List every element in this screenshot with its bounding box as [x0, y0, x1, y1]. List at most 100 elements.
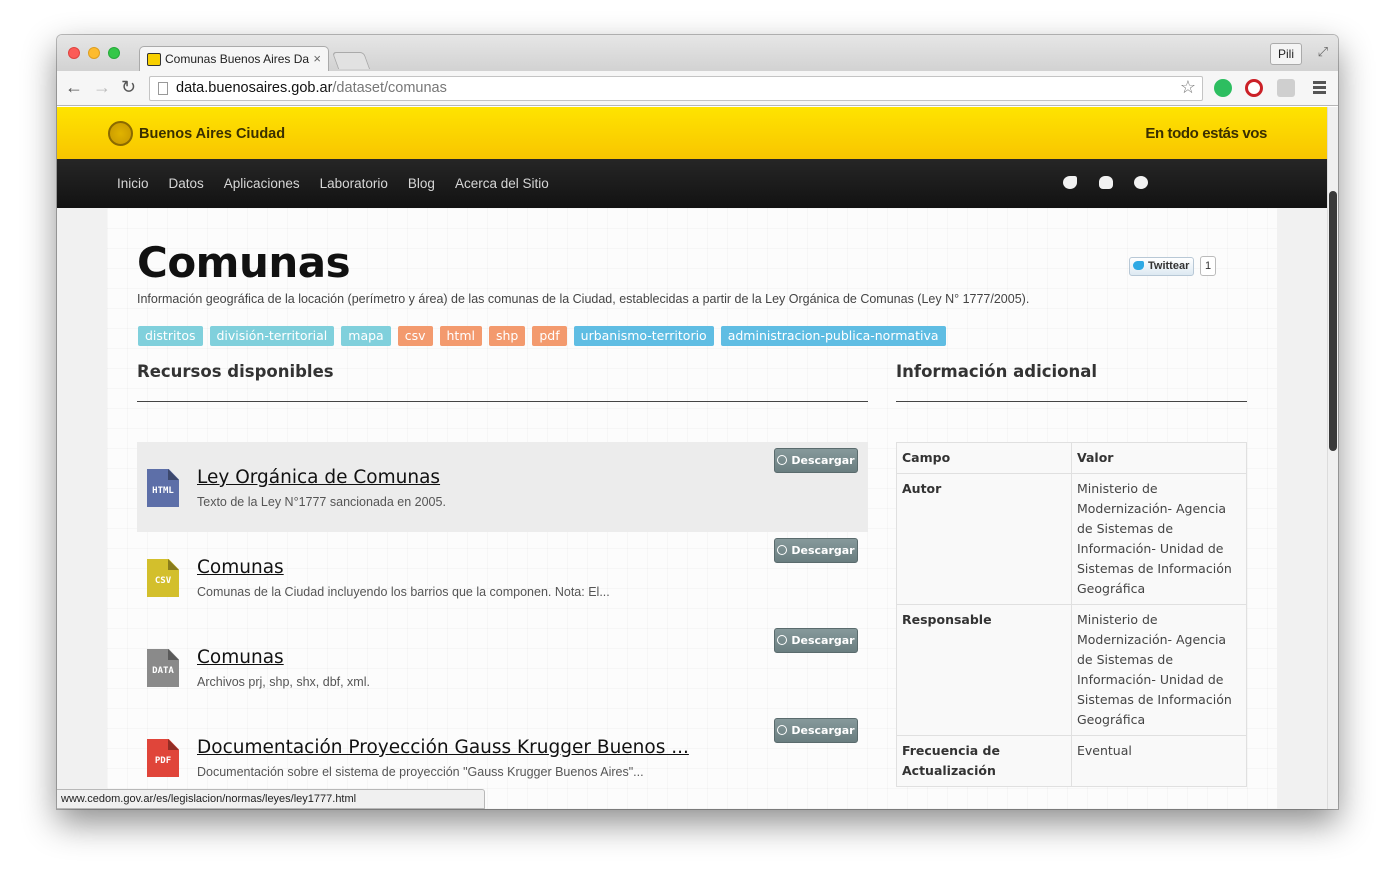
- url-host: data.buenosaires.gob.ar: [176, 80, 333, 96]
- zoom-window-button[interactable]: [108, 47, 120, 59]
- data-file-icon: DATA: [147, 649, 179, 687]
- tag-shp[interactable]: shp: [488, 326, 526, 346]
- tag-mapa[interactable]: mapa: [341, 326, 391, 346]
- scrollbar-thumb[interactable]: [1329, 191, 1337, 451]
- table-row: Autor Ministerio de Modernización- Agenc…: [896, 473, 1247, 605]
- status-bar-url: www.cedom.gov.ar/es/legislacion/normas/l…: [57, 789, 485, 809]
- browser-window: Comunas Buenos Aires Da × Pili ⤢ ← → ↻ d…: [57, 35, 1338, 809]
- site-favicon: [147, 53, 161, 66]
- nav-laboratorio[interactable]: Laboratorio: [320, 176, 388, 191]
- page-viewport: Buenos Aires Ciudad En todo estás vos In…: [57, 107, 1338, 809]
- city-emblem-icon[interactable]: [108, 121, 133, 146]
- table-header-row: Campo Valor: [896, 442, 1247, 474]
- close-tab-icon[interactable]: ×: [313, 51, 321, 66]
- resource-title-link[interactable]: Comunas: [197, 647, 284, 668]
- tab-title: Comunas Buenos Aires Da: [165, 52, 310, 66]
- nav-aplicaciones[interactable]: Aplicaciones: [224, 176, 300, 191]
- reload-icon[interactable]: ↻: [121, 78, 136, 96]
- resource-item[interactable]: HTML Ley Orgánica de Comunas Texto de la…: [137, 442, 868, 532]
- address-bar[interactable]: data.buenosaires.gob.ar/dataset/comunas …: [149, 76, 1203, 101]
- evernote-extension-icon[interactable]: [1214, 79, 1232, 97]
- download-icon: [777, 545, 788, 555]
- html-file-icon: HTML: [147, 469, 179, 507]
- url-path: /dataset/comunas: [332, 80, 447, 96]
- resource-title-link[interactable]: Ley Orgánica de Comunas: [197, 467, 440, 488]
- twitter-icon[interactable]: [1063, 176, 1077, 189]
- tag-csv[interactable]: csv: [397, 326, 433, 346]
- resource-title-link[interactable]: Comunas: [197, 557, 284, 578]
- value-cell: Ministerio de Modernización- Agencia de …: [1071, 604, 1247, 736]
- value-cell: Ministerio de Modernización- Agencia de …: [1071, 473, 1247, 605]
- back-icon[interactable]: ←: [65, 78, 83, 96]
- resource-description: Comunas de la Ciudad incluyendo los barr…: [197, 585, 610, 599]
- site-header: Buenos Aires Ciudad En todo estás vos: [57, 107, 1327, 159]
- nav-inicio[interactable]: Inicio: [117, 176, 149, 191]
- column-header-valor: Valor: [1071, 442, 1247, 474]
- tag-urbanismo-territorio[interactable]: urbanismo-territorio: [573, 326, 714, 346]
- download-button[interactable]: Descargar: [774, 628, 858, 653]
- main-navbar: Inicio Datos Aplicaciones Laboratorio Bl…: [57, 159, 1327, 208]
- tag-division-territorial[interactable]: división-territorial: [209, 326, 335, 346]
- resources-heading: Recursos disponibles: [137, 362, 334, 381]
- field-cell: Autor: [896, 473, 1072, 605]
- browser-toolbar: ← → ↻ data.buenosaires.gob.ar/dataset/co…: [57, 71, 1338, 106]
- main-menu: Inicio Datos Aplicaciones Laboratorio Bl…: [117, 176, 549, 191]
- fullscreen-icon[interactable]: ⤢: [1318, 44, 1328, 60]
- download-icon: [777, 635, 788, 645]
- github-icon[interactable]: [1099, 176, 1113, 189]
- tag-distritos[interactable]: distritos: [138, 326, 203, 346]
- resource-description: Archivos prj, shp, shx, dbf, xml.: [197, 675, 370, 689]
- new-tab-button[interactable]: [331, 52, 371, 69]
- minimize-window-button[interactable]: [88, 47, 100, 59]
- tweet-button[interactable]: Twittear: [1129, 257, 1195, 276]
- close-window-button[interactable]: [68, 47, 80, 59]
- column-header-campo: Campo: [896, 442, 1072, 474]
- resource-description: Texto de la Ley N°1777 sancionada en 200…: [197, 495, 446, 509]
- field-cell: Responsable: [896, 604, 1072, 736]
- value-cell: Eventual: [1071, 735, 1247, 787]
- resource-title-link[interactable]: Documentación Proyección Gauss Krugger B…: [197, 737, 689, 758]
- forward-icon[interactable]: →: [93, 78, 111, 96]
- download-button[interactable]: Descargar: [774, 448, 858, 473]
- page-scrollbar[interactable]: [1327, 107, 1338, 809]
- page-icon: [158, 82, 168, 95]
- browser-tab[interactable]: Comunas Buenos Aires Da ×: [139, 46, 329, 71]
- chrome-menu-icon[interactable]: [1313, 81, 1326, 94]
- pinterest-extension-icon[interactable]: [1245, 79, 1263, 97]
- bookmark-star-icon[interactable]: ☆: [1180, 76, 1196, 99]
- dataset-page: Comunas Información geográfica de la loc…: [107, 208, 1277, 809]
- dataset-description: Información geográfica de la locación (p…: [137, 292, 1030, 306]
- resource-description: Documentación sobre el sistema de proyec…: [197, 765, 644, 779]
- download-icon: [777, 725, 788, 735]
- nav-acerca[interactable]: Acerca del Sitio: [455, 176, 549, 191]
- nav-blog[interactable]: Blog: [408, 176, 435, 191]
- info-heading: Información adicional: [896, 362, 1098, 381]
- tweet-count: 1: [1200, 256, 1217, 276]
- tag-administracion-publica-normativa[interactable]: administracion-publica-normativa: [720, 326, 946, 346]
- info-divider: [896, 401, 1247, 402]
- table-row: Responsable Ministerio de Modernización-…: [896, 604, 1247, 736]
- pdf-file-icon: PDF: [147, 739, 179, 777]
- resources-divider: [137, 401, 868, 402]
- flickr-icon[interactable]: [1134, 176, 1148, 189]
- resource-item[interactable]: CSV Comunas Comunas de la Ciudad incluye…: [137, 532, 868, 622]
- profile-button[interactable]: Pili: [1270, 43, 1302, 65]
- tag-list: distritos división-territorial mapa csv …: [138, 326, 946, 346]
- csv-file-icon: CSV: [147, 559, 179, 597]
- resource-item[interactable]: DATA Comunas Archivos prj, shp, shx, dbf…: [137, 622, 868, 712]
- field-cell: Frecuencia de Actualización: [896, 735, 1072, 787]
- download-button[interactable]: Descargar: [774, 538, 858, 563]
- tag-html[interactable]: html: [439, 326, 482, 346]
- tweet-label: Twittear: [1148, 260, 1190, 272]
- extension-icon[interactable]: [1277, 79, 1295, 97]
- download-button[interactable]: Descargar: [774, 718, 858, 743]
- site-slogan: En todo estás vos: [1145, 125, 1267, 142]
- nav-datos[interactable]: Datos: [169, 176, 204, 191]
- dataset-title: Comunas: [137, 238, 351, 287]
- tab-strip: Comunas Buenos Aires Da × Pili ⤢: [57, 35, 1338, 71]
- download-icon: [777, 455, 788, 465]
- site-logo-text[interactable]: Buenos Aires Ciudad: [139, 126, 285, 142]
- table-row: Frecuencia de Actualización Eventual: [896, 735, 1247, 787]
- tag-pdf[interactable]: pdf: [532, 326, 567, 346]
- additional-info-table: Campo Valor Autor Ministerio de Moderniz…: [896, 442, 1247, 787]
